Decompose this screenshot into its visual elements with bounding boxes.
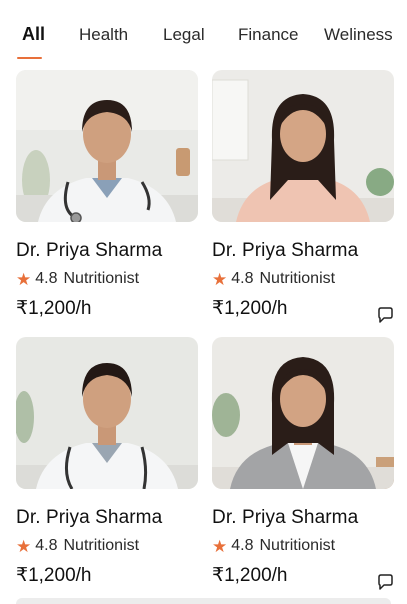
chat-bubble-icon[interactable] bbox=[376, 306, 394, 324]
expert-price: ₹1,200/h bbox=[212, 565, 288, 586]
tab-finance[interactable]: Finance bbox=[238, 25, 298, 45]
expert-specialty: Nutritionist bbox=[259, 537, 336, 554]
expert-price: ₹1,200/h bbox=[16, 565, 92, 586]
expert-name: Dr. Priya Sharma bbox=[16, 507, 163, 528]
expert-photo[interactable] bbox=[212, 70, 394, 222]
expert-meta: ★ 4.8 Nutritionist bbox=[212, 537, 335, 555]
expert-specialty: Nutritionist bbox=[259, 270, 336, 287]
expert-photo[interactable] bbox=[16, 70, 198, 222]
expert-specialty: Nutritionist bbox=[63, 537, 140, 554]
star-icon: ★ bbox=[212, 536, 228, 556]
tab-wellness[interactable]: Weliness bbox=[324, 25, 393, 45]
expert-price: ₹1,200/h bbox=[212, 298, 288, 319]
tab-all[interactable]: All bbox=[22, 24, 45, 45]
expert-photo[interactable] bbox=[212, 337, 394, 489]
star-icon: ★ bbox=[212, 269, 228, 289]
chat-bubble-icon[interactable] bbox=[376, 573, 394, 591]
expert-price: ₹1,200/h bbox=[16, 298, 92, 319]
expert-meta: ★ 4.8 Nutritionist bbox=[212, 270, 335, 288]
tab-legal[interactable]: Legal bbox=[163, 25, 205, 45]
expert-name: Dr. Priya Sharma bbox=[212, 240, 359, 261]
expert-name: Dr. Priya Sharma bbox=[212, 507, 359, 528]
expert-name: Dr. Priya Sharma bbox=[16, 240, 163, 261]
expert-rating: 4.8 bbox=[35, 537, 58, 554]
expert-specialty: Nutritionist bbox=[63, 270, 140, 287]
star-icon: ★ bbox=[16, 536, 32, 556]
expert-rating: 4.8 bbox=[231, 537, 254, 554]
star-icon: ★ bbox=[16, 269, 32, 289]
expert-rating: 4.8 bbox=[35, 270, 58, 287]
expert-photo[interactable] bbox=[16, 337, 198, 489]
expert-meta: ★ 4.8 Nutritionist bbox=[16, 270, 139, 288]
category-tabs: All Health Legal Finance Weliness bbox=[0, 0, 407, 64]
tab-health[interactable]: Health bbox=[79, 25, 128, 45]
expert-rating: 4.8 bbox=[231, 270, 254, 287]
expert-meta: ★ 4.8 Nutritionist bbox=[16, 537, 139, 555]
next-card-peek bbox=[16, 598, 391, 604]
active-tab-indicator bbox=[17, 57, 42, 59]
